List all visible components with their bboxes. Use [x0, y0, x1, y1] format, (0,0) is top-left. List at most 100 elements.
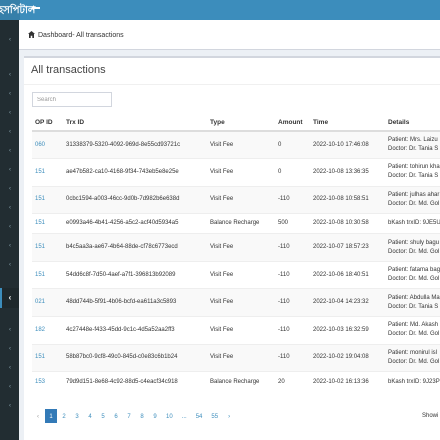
home-icon — [28, 31, 35, 38]
time-cell: 2022-10-10 17:46:08 — [310, 130, 385, 159]
pagination-ellipsis: ... — [181, 414, 187, 420]
trx-id-cell: 58b87bc0-9cf8-49c0-845d-c0e83c6b1b24 — [63, 343, 207, 372]
pagination-page-54[interactable]: 54 — [192, 409, 207, 423]
chevron-left-icon[interactable]: ‹ — [7, 364, 13, 372]
chevron-left-icon[interactable]: ‹ — [7, 109, 13, 117]
chevron-left-icon[interactable]: ‹ — [7, 128, 13, 136]
table-row: 151 54dd6c8f-7d50-4aef-a7f1-396813b92089… — [32, 260, 440, 289]
pagination-page-8[interactable]: 8 — [136, 409, 148, 423]
details-line-1: Patient: tohirun kha — [388, 164, 440, 171]
type-cell: Visit Fee — [207, 233, 275, 262]
pagination-page-55[interactable]: 55 — [207, 409, 222, 423]
breadcrumb-dashboard-link[interactable]: Dashboard — [38, 32, 72, 39]
details-line-2: Doctor: Dr. Md. Gol — [388, 200, 440, 207]
chevron-left-icon[interactable]: ‹ — [7, 204, 13, 212]
type-cell: Balance Recharge — [207, 371, 275, 392]
pagination-page-4[interactable]: 4 — [84, 409, 96, 423]
column-header-details[interactable]: Details — [385, 115, 440, 132]
op-id-link[interactable]: 151 — [35, 354, 45, 360]
chevron-left-icon[interactable]: ‹ — [7, 223, 13, 231]
pagination-page-9[interactable]: 9 — [149, 409, 161, 423]
details-cell: Patient: shuly bagu Doctor: Dr. Md. Gol — [385, 233, 440, 262]
details-line-1: Patient: Md. Akash — [388, 322, 439, 329]
amount-cell: -110 — [275, 316, 310, 345]
trx-id-cell: ae47b582-ca10-4168-9f34-743eb5e8e25e — [63, 158, 207, 187]
details-line-2: Doctor: Dr. Md. Gol — [388, 276, 440, 283]
pagination-page-7[interactable]: 7 — [123, 409, 135, 423]
chevron-left-icon[interactable]: ‹ — [7, 383, 13, 391]
chevron-left-icon[interactable]: ‹ — [7, 261, 13, 269]
chevron-left-icon[interactable]: ‹ — [7, 242, 13, 250]
op-id-link[interactable]: 153 — [35, 379, 45, 385]
transactions-box: All transactions OP ID Trx ID Type Amoun… — [24, 56, 440, 440]
table-row: 151 ae47b582-ca10-4168-9f34-743eb5e8e25e… — [32, 158, 440, 187]
type-cell: Visit Fee — [207, 316, 275, 345]
top-navbar: হসপিটাল — [0, 0, 440, 20]
table-header-row: OP ID Trx ID Type Amount Time Details — [32, 115, 440, 132]
details-line-2: Doctor: Dr. Tania S — [388, 146, 439, 153]
details-line-1: Patient: Mrs. Laizu — [388, 137, 438, 144]
pagination-page-1[interactable]: 1 — [45, 409, 57, 423]
op-id-link[interactable]: 151 — [35, 244, 45, 250]
op-id-link[interactable]: 021 — [35, 299, 45, 305]
pagination-page-10[interactable]: 10 — [162, 409, 177, 423]
chevron-left-icon[interactable]: ‹ — [7, 90, 13, 98]
chevron-left-icon[interactable]: ‹ — [7, 294, 13, 302]
type-cell: Visit Fee — [207, 130, 275, 159]
pagination-page-3[interactable]: 3 — [71, 409, 83, 423]
details-line-1: Patient: julhas ahar — [388, 191, 440, 198]
column-header-type[interactable]: Type — [207, 115, 275, 132]
chevron-left-icon[interactable]: ‹ — [7, 36, 13, 44]
pagination-page-2[interactable]: 2 — [58, 409, 70, 423]
details-line-2: Doctor: Dr. Tania S — [388, 303, 439, 310]
table-row: 151 e0993a46-4b41-4256-a5c2-acf40d5934a5… — [32, 213, 440, 234]
time-cell: 2022-10-02 19:04:08 — [310, 343, 385, 372]
column-header-time[interactable]: Time — [310, 115, 385, 132]
chevron-left-icon[interactable]: ‹ — [7, 147, 13, 155]
table-row: 151 0cbc1594-a003-46cc-9d0b-7d982b6e638d… — [32, 185, 440, 214]
op-id-link[interactable]: 151 — [35, 220, 45, 226]
trx-id-cell: 0cbc1594-a003-46cc-9d0b-7d982b6e638d — [63, 185, 207, 214]
breadcrumb-current: All transactions — [76, 32, 124, 39]
time-cell: 2022-10-08 10:58:51 — [310, 185, 385, 214]
details-cell: Patient: fatama bag Doctor: Dr. Md. Gol — [385, 260, 440, 289]
column-header-op-id[interactable]: OP ID — [32, 115, 63, 132]
type-cell: Visit Fee — [207, 260, 275, 289]
chevron-left-icon[interactable]: ‹ — [7, 326, 13, 334]
sidebar-toggle-icon[interactable] — [31, 4, 40, 15]
op-id-link[interactable]: 151 — [35, 272, 45, 278]
chevron-left-icon[interactable]: ‹ — [7, 185, 13, 193]
pagination-page-5[interactable]: 5 — [97, 409, 109, 423]
op-id-link[interactable]: 151 — [35, 169, 45, 175]
trx-id-cell: 54dd6c8f-7d50-4aef-a7f1-396813b92089 — [63, 260, 207, 289]
amount-cell: -110 — [275, 185, 310, 214]
details-line-2: Doctor: Dr. Md. Gol — [388, 358, 440, 365]
pagination-prev-button[interactable]: ‹ — [32, 409, 44, 423]
details-line-2: Doctor: Dr. Md. Gol — [388, 331, 440, 338]
trx-id-cell: 4c27448e-f433-45dd-9c1c-4d5a52aa2ff3 — [63, 316, 207, 345]
op-id-link[interactable]: 182 — [35, 327, 45, 333]
trx-id-cell: e0993a46-4b41-4256-a5c2-acf40d5934a5 — [63, 213, 207, 234]
chevron-left-icon[interactable]: ‹ — [7, 71, 13, 79]
details-cell: bKash trxID: 9J23P — [385, 371, 440, 392]
search-input[interactable] — [32, 92, 112, 107]
chevron-left-icon[interactable]: ‹ — [7, 345, 13, 353]
op-id-link[interactable]: 151 — [35, 196, 45, 202]
details-line-1: Patient: monirul isl — [388, 349, 438, 356]
chevron-left-icon[interactable]: ‹ — [7, 402, 13, 410]
pagination-next-button[interactable]: › — [223, 409, 235, 423]
details-cell: Patient: tohirun kha Doctor: Dr. Tania S — [385, 158, 440, 187]
column-header-trx-id[interactable]: Trx ID — [63, 115, 207, 132]
sidebar: ‹ ‹ ‹ ‹ ‹ ‹ ‹ ‹ ‹ ‹ ‹ ‹ ‹ ‹ ‹ ‹ ‹ ‹ — [0, 20, 19, 440]
details-line-2: Doctor: Dr. Tania S — [388, 173, 439, 180]
details-cell: Patient: Md. Akash Doctor: Dr. Md. Gol — [385, 316, 440, 345]
op-id-link[interactable]: 060 — [35, 142, 45, 148]
trx-id-cell: 79d9d151-8e68-4c92-88d5-c4eacf34c918 — [63, 371, 207, 392]
pagination-page-6[interactable]: 6 — [110, 409, 122, 423]
column-header-amount[interactable]: Amount — [275, 115, 310, 132]
table-row: 151 b4c5aa3a-ae67-4b64-88de-cf78c6773ecd… — [32, 233, 440, 262]
time-cell: 2022-10-02 16:13:36 — [310, 371, 385, 392]
table-row: 182 4c27448e-f433-45dd-9c1c-4d5a52aa2ff3… — [32, 316, 440, 345]
chevron-left-icon[interactable]: ‹ — [7, 166, 13, 174]
table-row: 060 31338379-5320-4092-969d-8e55cd93721c… — [32, 130, 440, 159]
